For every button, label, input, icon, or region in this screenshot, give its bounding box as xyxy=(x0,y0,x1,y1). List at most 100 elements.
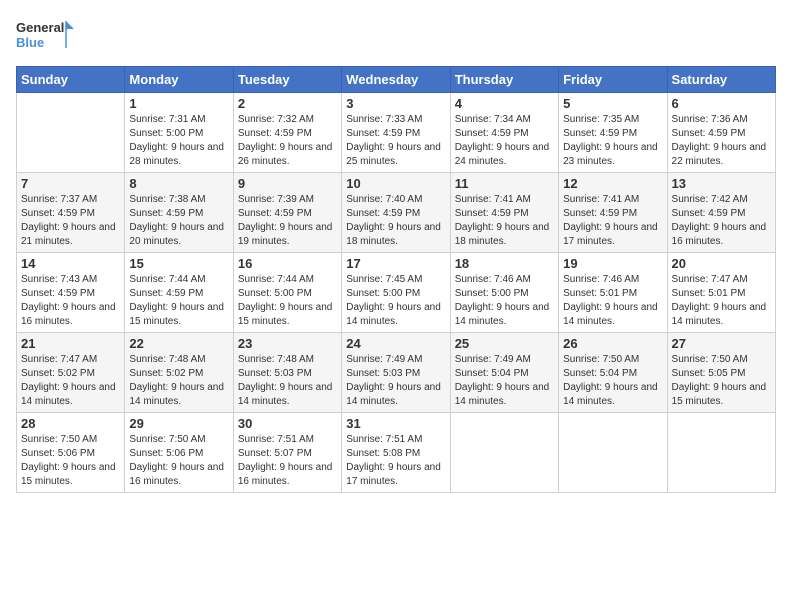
day-number: 7 xyxy=(21,176,120,191)
calendar-cell: 30 Sunrise: 7:51 AMSunset: 5:07 PMDayligh… xyxy=(233,413,341,493)
day-number: 20 xyxy=(672,256,771,271)
day-number: 9 xyxy=(238,176,337,191)
day-number: 4 xyxy=(455,96,554,111)
day-number: 1 xyxy=(129,96,228,111)
calendar-weekday-header: Tuesday xyxy=(233,67,341,93)
day-info: Sunrise: 7:50 AMSunset: 5:06 PMDaylight:… xyxy=(21,433,120,489)
calendar-header-row: SundayMondayTuesdayWednesdayThursdayFrid… xyxy=(17,67,776,93)
calendar-cell: 26 Sunrise: 7:50 AMSunset: 5:04 PMDayligh… xyxy=(559,333,667,413)
day-info: Sunrise: 7:31 AMSunset: 5:00 PMDaylight:… xyxy=(129,113,228,169)
day-number: 3 xyxy=(346,96,445,111)
calendar-cell xyxy=(559,413,667,493)
day-number: 13 xyxy=(672,176,771,191)
day-info: Sunrise: 7:50 AMSunset: 5:04 PMDaylight:… xyxy=(563,353,662,409)
calendar-cell: 20 Sunrise: 7:47 AMSunset: 5:01 PMDayligh… xyxy=(667,253,775,333)
calendar-week-row: 1 Sunrise: 7:31 AMSunset: 5:00 PMDaylight… xyxy=(17,93,776,173)
day-info: Sunrise: 7:41 AMSunset: 4:59 PMDaylight:… xyxy=(563,193,662,249)
day-number: 16 xyxy=(238,256,337,271)
day-info: Sunrise: 7:51 AMSunset: 5:08 PMDaylight:… xyxy=(346,433,445,489)
day-info: Sunrise: 7:40 AMSunset: 4:59 PMDaylight:… xyxy=(346,193,445,249)
calendar-cell: 10 Sunrise: 7:40 AMSunset: 4:59 PMDayligh… xyxy=(342,173,450,253)
calendar-cell: 3Sunrise: 7:33 AMSunset: 4:59 PMDaylight… xyxy=(342,93,450,173)
day-number: 21 xyxy=(21,336,120,351)
day-number: 30 xyxy=(238,416,337,431)
day-info: Sunrise: 7:44 AMSunset: 4:59 PMDaylight:… xyxy=(129,273,228,329)
logo-svg: General Blue xyxy=(16,16,76,56)
svg-text:Blue: Blue xyxy=(16,35,44,50)
day-number: 10 xyxy=(346,176,445,191)
calendar-table: SundayMondayTuesdayWednesdayThursdayFrid… xyxy=(16,66,776,493)
day-info: Sunrise: 7:46 AMSunset: 5:00 PMDaylight:… xyxy=(455,273,554,329)
day-info: Sunrise: 7:51 AMSunset: 5:07 PMDaylight:… xyxy=(238,433,337,489)
calendar-cell: 31 Sunrise: 7:51 AMSunset: 5:08 PMDayligh… xyxy=(342,413,450,493)
calendar-cell: 18 Sunrise: 7:46 AMSunset: 5:00 PMDayligh… xyxy=(450,253,558,333)
calendar-cell: 2 Sunrise: 7:32 AMSunset: 4:59 PMDaylight… xyxy=(233,93,341,173)
day-info: Sunrise: 7:49 AMSunset: 5:03 PMDaylight:… xyxy=(346,353,445,409)
day-info: Sunrise: 7:45 AMSunset: 5:00 PMDaylight:… xyxy=(346,273,445,329)
calendar-cell: 7Sunrise: 7:37 AMSunset: 4:59 PMDaylight… xyxy=(17,173,125,253)
day-info: Sunrise: 7:47 AMSunset: 5:02 PMDaylight:… xyxy=(21,353,120,409)
calendar-weekday-header: Wednesday xyxy=(342,67,450,93)
calendar-cell xyxy=(667,413,775,493)
day-info: Sunrise: 7:48 AMSunset: 5:03 PMDaylight:… xyxy=(238,353,337,409)
calendar-weekday-header: Monday xyxy=(125,67,233,93)
calendar-cell: 23 Sunrise: 7:48 AMSunset: 5:03 PMDayligh… xyxy=(233,333,341,413)
day-number: 2 xyxy=(238,96,337,111)
day-number: 26 xyxy=(563,336,662,351)
calendar-cell: 5 Sunrise: 7:35 AMSunset: 4:59 PMDaylight… xyxy=(559,93,667,173)
day-info: Sunrise: 7:43 AMSunset: 4:59 PMDaylight:… xyxy=(21,273,120,329)
day-info: Sunrise: 7:35 AMSunset: 4:59 PMDaylight:… xyxy=(563,113,662,169)
day-info: Sunrise: 7:38 AMSunset: 4:59 PMDaylight:… xyxy=(129,193,228,249)
calendar-cell: 11 Sunrise: 7:41 AMSunset: 4:59 PMDayligh… xyxy=(450,173,558,253)
calendar-weekday-header: Friday xyxy=(559,67,667,93)
day-number: 19 xyxy=(563,256,662,271)
day-info: Sunrise: 7:46 AMSunset: 5:01 PMDaylight:… xyxy=(563,273,662,329)
calendar-cell: 28 Sunrise: 7:50 AMSunset: 5:06 PMDayligh… xyxy=(17,413,125,493)
day-number: 8 xyxy=(129,176,228,191)
calendar-week-row: 21 Sunrise: 7:47 AMSunset: 5:02 PMDayligh… xyxy=(17,333,776,413)
header: General Blue xyxy=(16,16,776,56)
day-info: Sunrise: 7:36 AMSunset: 4:59 PMDaylight:… xyxy=(672,113,771,169)
day-number: 17 xyxy=(346,256,445,271)
calendar-cell: 19 Sunrise: 7:46 AMSunset: 5:01 PMDayligh… xyxy=(559,253,667,333)
day-info: Sunrise: 7:50 AMSunset: 5:05 PMDaylight:… xyxy=(672,353,771,409)
calendar-cell: 21 Sunrise: 7:47 AMSunset: 5:02 PMDayligh… xyxy=(17,333,125,413)
calendar-cell: 25Sunrise: 7:49 AMSunset: 5:04 PMDayligh… xyxy=(450,333,558,413)
day-info: Sunrise: 7:32 AMSunset: 4:59 PMDaylight:… xyxy=(238,113,337,169)
day-number: 11 xyxy=(455,176,554,191)
logo: General Blue xyxy=(16,16,76,56)
calendar-cell: 13 Sunrise: 7:42 AMSunset: 4:59 PMDayligh… xyxy=(667,173,775,253)
day-number: 27 xyxy=(672,336,771,351)
calendar-week-row: 28 Sunrise: 7:50 AMSunset: 5:06 PMDayligh… xyxy=(17,413,776,493)
calendar-cell: 29 Sunrise: 7:50 AMSunset: 5:06 PMDayligh… xyxy=(125,413,233,493)
day-number: 28 xyxy=(21,416,120,431)
day-number: 12 xyxy=(563,176,662,191)
calendar-weekday-header: Sunday xyxy=(17,67,125,93)
day-info: Sunrise: 7:44 AMSunset: 5:00 PMDaylight:… xyxy=(238,273,337,329)
calendar-weekday-header: Thursday xyxy=(450,67,558,93)
day-info: Sunrise: 7:41 AMSunset: 4:59 PMDaylight:… xyxy=(455,193,554,249)
day-info: Sunrise: 7:47 AMSunset: 5:01 PMDaylight:… xyxy=(672,273,771,329)
day-number: 18 xyxy=(455,256,554,271)
calendar-cell xyxy=(17,93,125,173)
day-number: 6 xyxy=(672,96,771,111)
day-number: 24 xyxy=(346,336,445,351)
calendar-cell xyxy=(450,413,558,493)
calendar-cell: 15 Sunrise: 7:44 AMSunset: 4:59 PMDayligh… xyxy=(125,253,233,333)
day-number: 31 xyxy=(346,416,445,431)
day-number: 15 xyxy=(129,256,228,271)
day-number: 14 xyxy=(21,256,120,271)
calendar-cell: 17 Sunrise: 7:45 AMSunset: 5:00 PMDayligh… xyxy=(342,253,450,333)
day-info: Sunrise: 7:42 AMSunset: 4:59 PMDaylight:… xyxy=(672,193,771,249)
calendar-cell: 22Sunrise: 7:48 AMSunset: 5:02 PMDayligh… xyxy=(125,333,233,413)
day-number: 29 xyxy=(129,416,228,431)
day-number: 5 xyxy=(563,96,662,111)
day-info: Sunrise: 7:50 AMSunset: 5:06 PMDaylight:… xyxy=(129,433,228,489)
calendar-cell: 14 Sunrise: 7:43 AMSunset: 4:59 PMDayligh… xyxy=(17,253,125,333)
calendar-cell: 1 Sunrise: 7:31 AMSunset: 5:00 PMDaylight… xyxy=(125,93,233,173)
calendar-cell: 9Sunrise: 7:39 AMSunset: 4:59 PMDaylight… xyxy=(233,173,341,253)
calendar-week-row: 7Sunrise: 7:37 AMSunset: 4:59 PMDaylight… xyxy=(17,173,776,253)
day-number: 23 xyxy=(238,336,337,351)
day-info: Sunrise: 7:34 AMSunset: 4:59 PMDaylight:… xyxy=(455,113,554,169)
day-info: Sunrise: 7:49 AMSunset: 5:04 PMDaylight:… xyxy=(455,353,554,409)
